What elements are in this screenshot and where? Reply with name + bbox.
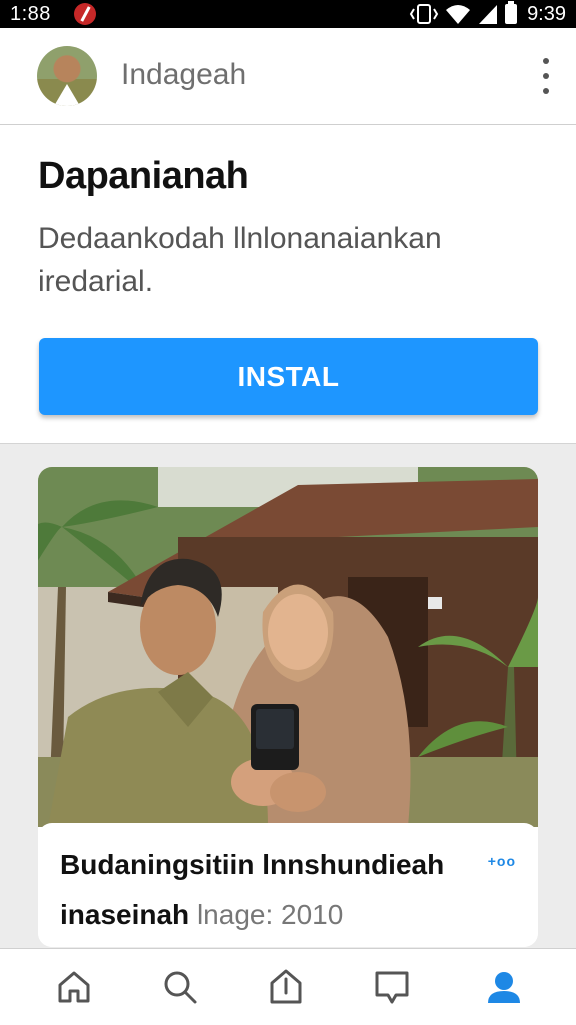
more-vert-icon[interactable]: [538, 58, 554, 94]
avatar[interactable]: [37, 46, 97, 106]
media-card[interactable]: Budaningsitiin lnnshundieah inaseinah ln…: [38, 467, 538, 947]
menu-dot: [543, 73, 549, 79]
card-subtitle: inaseinah: [60, 899, 190, 930]
nav-profile[interactable]: [484, 967, 524, 1007]
card-caption: Budaningsitiin lnnshundieah inaseinah ln…: [38, 823, 538, 947]
install-heading: Dapanianah: [38, 155, 249, 197]
card-subtitle-row: inaseinah lnage: 2010: [60, 899, 343, 931]
status-time: 1:88: [10, 3, 51, 25]
nav-search[interactable]: [160, 967, 200, 1007]
signal-icon: [479, 5, 498, 24]
search-icon: [164, 971, 197, 1004]
message-icon: [375, 971, 409, 1004]
install-button[interactable]: INSTAL: [39, 338, 538, 415]
menu-dot: [543, 58, 549, 64]
notification-icon: [74, 3, 96, 25]
wifi-icon: [446, 5, 471, 24]
bottom-nav: [0, 948, 576, 1025]
status-icons: 9:39: [409, 0, 566, 28]
card-photo: [38, 467, 538, 827]
menu-dot: [543, 88, 549, 94]
battery-icon: [505, 1, 518, 24]
app-bar: Indageah: [0, 28, 576, 125]
card-badge[interactable]: +oo: [488, 853, 516, 869]
install-section: Dapanianah Dedaankodah llnlonanaiankan i…: [0, 125, 576, 444]
app-title: Indageah: [121, 58, 247, 91]
status-clock: 9:39: [527, 3, 566, 25]
upload-icon: [270, 969, 302, 1004]
nav-home[interactable]: [54, 967, 94, 1007]
status-bar: 1:88 9:39: [0, 0, 576, 28]
nav-messages[interactable]: [372, 967, 412, 1007]
install-description: Dedaankodah llnlonanaiankan iredarial.: [38, 222, 442, 298]
vibrate-icon: [409, 4, 439, 24]
home-icon: [58, 971, 90, 1003]
card-meta: lnage: 2010: [196, 899, 344, 930]
card-title: Budaningsitiin lnnshundieah: [60, 849, 445, 880]
nav-upload[interactable]: [266, 967, 306, 1007]
profile-icon: [488, 972, 520, 1003]
